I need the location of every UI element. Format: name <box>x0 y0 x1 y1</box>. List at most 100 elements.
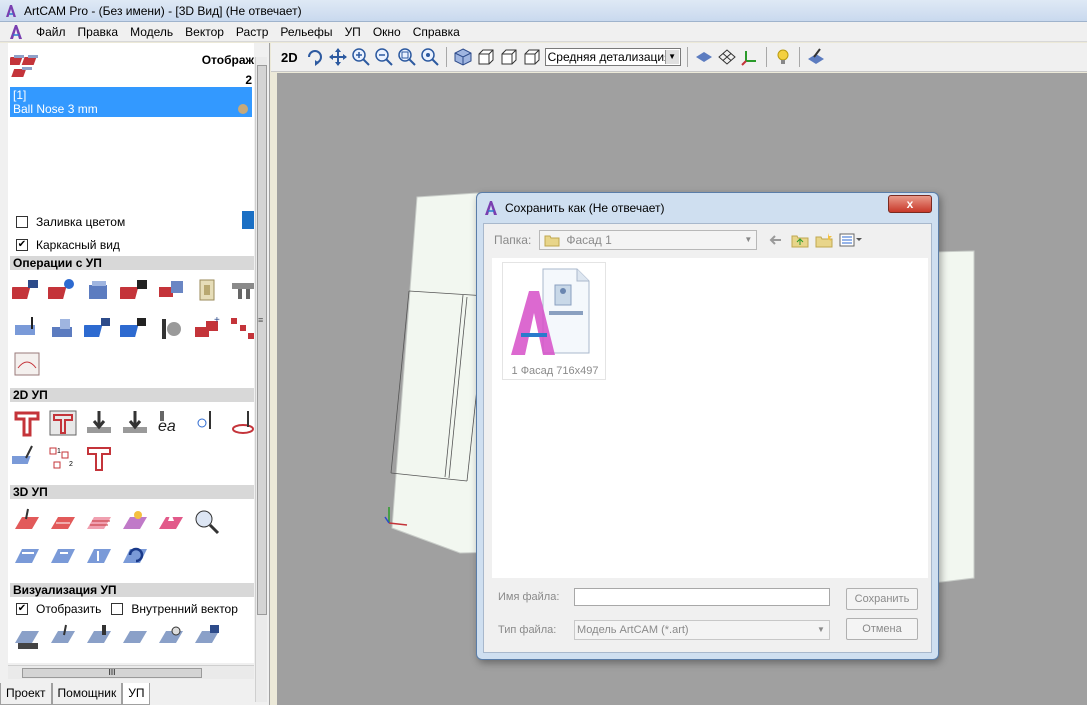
file-list-area[interactable]: 1 Фасад 716x497 <box>492 258 928 578</box>
toolpath-info-icon[interactable] <box>48 277 78 305</box>
toolpath-simulation-icon[interactable] <box>12 350 42 378</box>
menu-help[interactable]: Справка <box>407 25 466 39</box>
front-view-icon[interactable] <box>476 47 496 67</box>
tab-assistant[interactable]: Помощник <box>51 683 123 705</box>
lighting-icon[interactable] <box>773 47 793 67</box>
tool-database-icon[interactable] <box>10 53 46 81</box>
wrap-toolpath-icon[interactable] <box>48 541 78 569</box>
side-view-icon[interactable] <box>499 47 519 67</box>
menu-file[interactable]: Файл <box>30 25 72 39</box>
profile-machining-icon[interactable] <box>12 409 42 437</box>
menu-vector[interactable]: Вектор <box>179 25 230 39</box>
inlay-icon[interactable] <box>192 409 222 437</box>
simulation-material-icon[interactable] <box>120 623 150 651</box>
tab-project[interactable]: Проект <box>0 683 52 705</box>
zoom-window-icon[interactable] <box>397 47 417 67</box>
dialog-title-bar[interactable]: Сохранить как (Не отвечает) <box>483 197 665 219</box>
back-arrow-icon[interactable] <box>767 232 785 248</box>
engraving-icon[interactable]: ea <box>156 409 186 437</box>
new-folder-icon[interactable] <box>815 232 833 248</box>
section-toolpath-operations[interactable]: Операции с УП <box>10 256 254 270</box>
simulate-toolpath-icon[interactable] <box>12 623 42 651</box>
menu-model[interactable]: Модель <box>124 25 179 39</box>
menu-window[interactable]: Окно <box>367 25 407 39</box>
rest-machining-icon[interactable] <box>84 507 114 535</box>
undo-toolpath-icon[interactable] <box>120 541 150 569</box>
reset-simulation-icon[interactable] <box>156 623 186 651</box>
feature-machining-icon[interactable] <box>12 444 42 472</box>
color-fill-option[interactable]: Заливка цветом <box>16 215 125 229</box>
toolpath-database-icon[interactable] <box>84 277 114 305</box>
tool-assembly-icon[interactable] <box>156 315 186 343</box>
save-button[interactable]: Сохранить <box>846 588 918 610</box>
v-bit-carving-icon[interactable] <box>120 409 150 437</box>
wireframe-option[interactable]: ✔ Каркасный вид <box>16 238 120 252</box>
chevron-down-icon[interactable]: ▼ <box>664 50 679 64</box>
toolpath-templates-icon[interactable] <box>156 277 186 305</box>
inspect-toolpath-icon[interactable] <box>192 507 222 535</box>
folder-combo[interactable]: Фасад 1 ▼ <box>539 230 758 250</box>
toolpath-machine-icon[interactable] <box>228 277 254 305</box>
pan-view-icon[interactable] <box>328 47 348 67</box>
toolpath-sheet-icon[interactable] <box>192 277 222 305</box>
smart-engraving-icon[interactable] <box>84 444 114 472</box>
cut-out-icon[interactable] <box>156 507 186 535</box>
tool-list-item[interactable]: [1] Ball Nose 3 mm <box>10 87 252 117</box>
save-toolpath-set-icon[interactable] <box>120 277 150 305</box>
filetype-select[interactable]: Модель ArtCAM (*.art) ▼ <box>574 620 830 640</box>
section-3d-toolpaths[interactable]: 3D УП <box>10 485 254 499</box>
chevron-down-icon[interactable]: ▼ <box>740 231 756 249</box>
drilling-icon[interactable] <box>84 409 114 437</box>
project-toolpath-icon[interactable] <box>12 541 42 569</box>
chevron-down-icon[interactable]: ▼ <box>813 621 829 639</box>
cancel-button[interactable]: Отмена <box>846 618 918 640</box>
show-toolpaths-option[interactable]: ✔ Отобразить Внутренний вектор <box>16 602 238 616</box>
area-clearance-icon[interactable] <box>48 409 78 437</box>
z-level-roughing-icon[interactable] <box>48 507 78 535</box>
zoom-out-icon[interactable] <box>374 47 394 67</box>
material-block-icon[interactable] <box>48 315 78 343</box>
top-view-icon[interactable] <box>522 47 542 67</box>
filename-input[interactable] <box>574 588 830 606</box>
3d-engraving-icon[interactable] <box>120 507 150 535</box>
view-menu-icon[interactable] <box>839 232 863 248</box>
inner-vector-checkbox[interactable] <box>111 603 124 615</box>
menu-bitmap[interactable]: Растр <box>230 25 274 39</box>
simulate-block-icon[interactable] <box>48 623 78 651</box>
iso-view-icon[interactable] <box>453 47 473 67</box>
detail-level-select[interactable]: Средняя детализация ▼ <box>544 48 681 66</box>
show-toolpaths-checkbox[interactable]: ✔ <box>16 603 28 615</box>
color-fill-checkbox[interactable] <box>16 216 28 228</box>
rotate-view-icon[interactable] <box>305 47 325 67</box>
tab-toolpaths[interactable]: УП <box>122 683 151 705</box>
zoom-in-icon[interactable] <box>351 47 371 67</box>
save-material-icon[interactable] <box>84 315 114 343</box>
artcam-menu-icon[interactable] <box>8 24 24 40</box>
menu-toolpaths[interactable]: УП <box>339 25 367 39</box>
shaded-view-icon[interactable] <box>694 47 714 67</box>
zoom-all-icon[interactable] <box>420 47 440 67</box>
machine-relief-icon[interactable] <box>12 507 42 535</box>
panel-side-button[interactable] <box>242 211 254 229</box>
unwrap-toolpath-icon[interactable] <box>84 541 114 569</box>
save-toolpath-icon[interactable] <box>12 277 42 305</box>
horizontal-scrollbar-thumb[interactable]: III <box>22 668 202 678</box>
wireframe-view-icon[interactable] <box>717 47 737 67</box>
section-2d-toolpaths[interactable]: 2D УП <box>10 388 254 402</box>
left-panel-horizontal-scrollbar[interactable]: III <box>8 665 254 679</box>
nesting-icon[interactable] <box>228 315 254 343</box>
up-folder-icon[interactable] <box>791 232 809 248</box>
file-item[interactable]: 1 Фасад 716x497 <box>502 262 606 380</box>
merge-toolpaths-icon[interactable]: + <box>192 315 222 343</box>
sequence-icon[interactable]: 12 <box>48 444 78 472</box>
bevel-carving-icon[interactable] <box>228 409 254 437</box>
menu-edit[interactable]: Правка <box>72 25 125 39</box>
wireframe-checkbox[interactable]: ✔ <box>16 239 28 251</box>
toolpath-layers-icon[interactable] <box>120 315 150 343</box>
vertical-scrollbar-thumb[interactable] <box>257 65 267 615</box>
view-2d-button[interactable]: 2D <box>281 50 298 65</box>
material-color-icon[interactable] <box>806 47 826 67</box>
material-setup-icon[interactable] <box>12 315 42 343</box>
save-simulation-icon[interactable] <box>192 623 222 651</box>
close-button[interactable]: x <box>888 195 932 213</box>
